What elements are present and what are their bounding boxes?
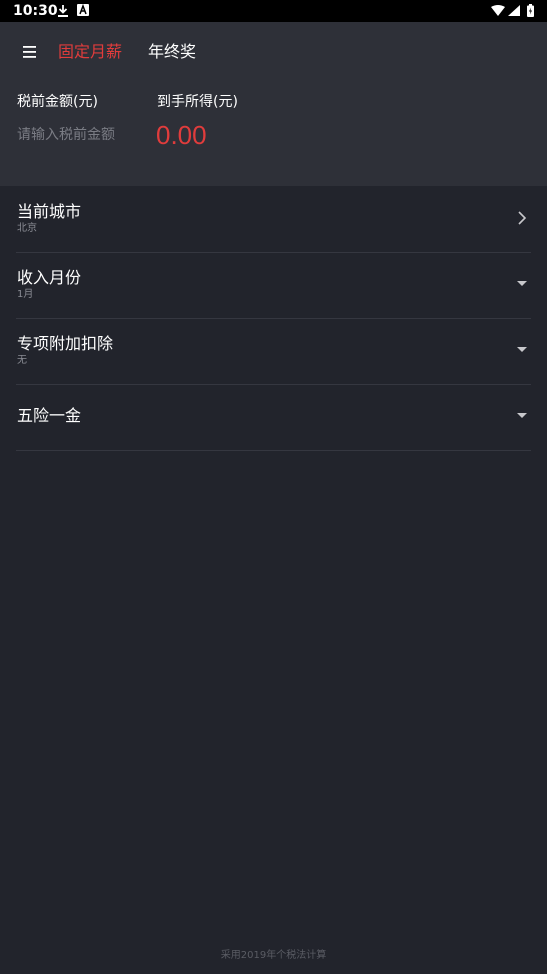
tab-year-end-bonus[interactable]: 年终奖 <box>148 41 196 63</box>
city-row[interactable]: 当前城市 北京 <box>16 186 531 253</box>
pretax-amount-label: 税前金额(元) <box>17 94 98 110</box>
city-title: 当前城市 <box>17 202 82 221</box>
status-bar: 10:30 <box>0 0 547 22</box>
social-insurance-title: 五险一金 <box>17 406 82 425</box>
special-deduction-title: 专项附加扣除 <box>17 334 114 353</box>
social-insurance-row[interactable]: 五险一金 <box>16 384 531 451</box>
tab-fixed-salary[interactable]: 固定月薪 <box>58 41 122 63</box>
tax-law-note: 采用2019年个税法计算 <box>220 950 327 961</box>
dropdown-arrow-icon <box>517 347 527 352</box>
dropdown-arrow-icon <box>517 413 527 418</box>
net-income-label: 到手所得(元) <box>157 94 238 110</box>
dropdown-arrow-icon <box>517 281 527 286</box>
download-icon <box>58 5 68 17</box>
menu-icon[interactable] <box>18 40 42 64</box>
status-time: 10:30 <box>13 3 58 19</box>
special-deduction-value: 无 <box>17 355 27 366</box>
app-screen: 10:30 固定月薪 年终奖 税前金额(元) 请输入税前金额 到手所得(元) 0… <box>0 0 547 974</box>
income-month-row[interactable]: 收入月份 1月 <box>16 252 531 319</box>
wifi-icon <box>491 5 505 16</box>
special-deduction-row[interactable]: 专项附加扣除 无 <box>16 318 531 385</box>
income-month-value: 1月 <box>17 289 34 300</box>
net-income-value: 0.00 <box>156 120 207 150</box>
battery-icon <box>527 4 534 17</box>
city-value: 北京 <box>17 223 37 234</box>
signal-icon <box>508 5 520 16</box>
pretax-amount-input[interactable] <box>15 122 144 148</box>
income-month-title: 收入月份 <box>17 268 82 287</box>
calculator-header: 固定月薪 年终奖 税前金额(元) 到手所得(元) 0.00 <box>0 22 547 186</box>
app-notification-icon <box>77 4 89 16</box>
chevron-right-icon <box>518 211 527 225</box>
